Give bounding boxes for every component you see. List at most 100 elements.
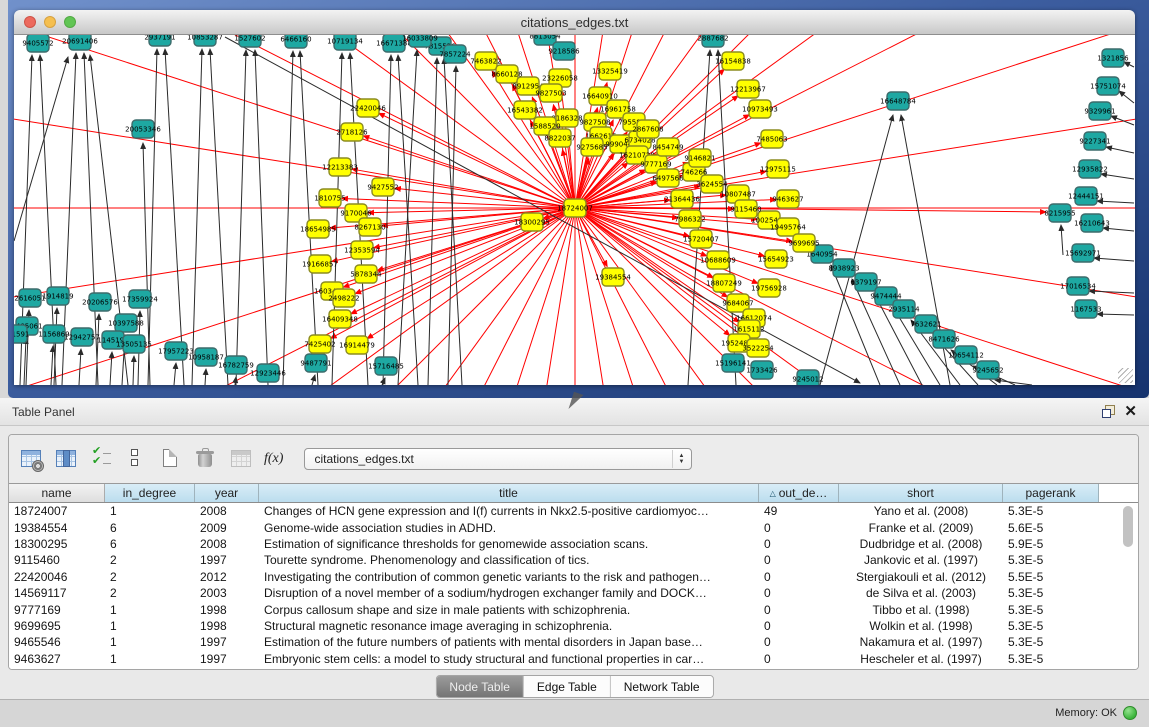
table-source-dropdown[interactable]: citations_edges.txt▲▼ [304,448,692,470]
network-node[interactable]: 10688609 [700,251,736,269]
network-node[interactable]: 12923446 [250,364,286,382]
network-node[interactable]: 9218586 [548,42,580,60]
table-cell[interactable]: 5.3E-5 [1003,635,1099,649]
table-cell[interactable]: 0 [759,521,839,535]
vertical-scrollbar[interactable] [1123,506,1133,547]
table-cell[interactable]: 49 [759,504,839,518]
table-cell[interactable]: 9463627 [9,652,105,666]
table-cell[interactable]: 2009 [195,521,259,535]
network-node[interactable]: 12444151 [1068,187,1104,205]
network-node[interactable]: 7425402 [304,335,335,353]
network-node[interactable]: 9115460 [730,200,761,218]
table-cell[interactable]: Nakamura et al. (1997) [839,635,1003,649]
table-cell[interactable]: 2003 [195,586,259,600]
network-node[interactable]: 9275685 [576,138,607,156]
table-row[interactable]: 2242004622012Investigating the contribut… [9,569,1138,585]
table-cell[interactable]: 0 [759,603,839,617]
column-header-pagerank[interactable]: pagerank [1003,484,1099,502]
table-cell[interactable]: 2 [105,570,195,584]
network-node[interactable]: 8454749 [652,138,683,156]
table-cell[interactable]: 1998 [195,603,259,617]
network-node[interactable]: 5878344 [350,265,382,283]
table-cell[interactable]: Dudbridge et al. (2008) [839,537,1003,551]
table-cell[interactable]: 0 [759,537,839,551]
table-cell[interactable]: Hescheler et al. (1997) [839,652,1003,666]
column-header-title[interactable]: title [259,484,759,502]
network-node[interactable]: 10397588 [108,314,144,332]
table-cell[interactable]: 0 [759,553,839,567]
network-node[interactable]: 2498222 [328,289,359,307]
network-node[interactable]: 8471626 [928,330,960,348]
table-cell[interactable]: 5.3E-5 [1003,504,1099,518]
table-cell[interactable]: Estimation of the future numbers of pati… [259,635,759,649]
table-cell[interactable]: Corpus callosum shape and size in male p… [259,603,759,617]
table-cell[interactable]: 6 [105,537,195,551]
column-header-in-degree[interactable]: in_degree [105,484,195,502]
table-cell[interactable]: 18724007 [9,504,105,518]
network-node[interactable]: 16543382 [507,101,543,119]
network-node[interactable]: 2616051 [14,289,45,307]
table-cell[interactable]: 1 [105,619,195,633]
network-node[interactable]: 9245652 [972,361,1003,379]
table-cell[interactable]: 6 [105,521,195,535]
close-light[interactable] [24,16,36,28]
network-node[interactable]: 12975115 [760,160,796,178]
table-cell[interactable]: Yano et al. (2008) [839,504,1003,518]
table-cell[interactable]: 22420046 [9,570,105,584]
table-cell[interactable]: 1 [105,652,195,666]
table-cell[interactable]: 9465546 [9,635,105,649]
table-cell[interactable]: 1 [105,603,195,617]
table-cell[interactable]: 2012 [195,570,259,584]
table-cell[interactable]: 5.3E-5 [1003,652,1099,666]
table-cell[interactable]: de Silva et al. (2003) [839,586,1003,600]
network-node[interactable]: 9245012 [792,370,823,385]
network-node[interactable]: 9329961 [1084,102,1115,120]
new-column-icon[interactable] [159,448,183,470]
table-mode-icon[interactable] [19,448,43,470]
dropdown-stepper-icon[interactable]: ▲▼ [672,450,689,468]
table-cell[interactable]: Estimation of significance thresholds fo… [259,537,759,551]
table-cell[interactable]: Tourette syndrome. Phenomenology and cla… [259,553,759,567]
network-node[interactable]: 2937191 [144,35,175,46]
network-node[interactable]: 18300295 [514,213,550,231]
table-cell[interactable]: 0 [759,619,839,633]
network-node[interactable]: 1733426 [746,361,778,379]
network-node[interactable]: 8938923 [828,259,859,277]
tab-node-table[interactable]: Node Table [436,676,524,697]
table-cell[interactable]: 1 [105,504,195,518]
table-row[interactable]: 911546021997Tourette syndrome. Phenomeno… [9,552,1138,568]
network-node[interactable]: 18654985 [300,220,336,238]
network-node[interactable]: 7485063 [756,130,787,148]
network-node[interactable]: 12935822 [1072,160,1108,178]
table-cell[interactable]: 9777169 [9,603,105,617]
network-node[interactable]: 2887682 [697,35,728,47]
table-row[interactable]: 1872400712008Changes of HCN gene express… [9,503,1138,519]
clear-checks-icon[interactable] [124,448,148,470]
network-node[interactable]: 7857224 [439,45,471,63]
network-node[interactable]: 6466160 [280,35,311,48]
table-cell[interactable]: 5.3E-5 [1003,586,1099,600]
table-cell[interactable]: Changes of HCN gene expression and I(f) … [259,504,759,518]
table-row[interactable]: 1830029562008Estimation of significance … [9,536,1138,552]
network-node[interactable]: 2935114 [888,300,920,318]
network-node[interactable]: 2867608 [632,120,663,138]
network-node[interactable]: 10719134 [327,35,363,50]
network-node[interactable]: 17016534 [1060,277,1096,295]
table-cell[interactable]: 2008 [195,537,259,551]
table-cell[interactable]: Stergiakouli et al. (2012) [839,570,1003,584]
network-node[interactable]: 17359924 [122,290,158,308]
show-columns-icon[interactable] [54,448,78,470]
table-cell[interactable]: 5.3E-5 [1003,603,1099,617]
table-cell[interactable]: Wolkin et al. (1998) [839,619,1003,633]
network-node[interactable]: 19384554 [595,268,631,286]
table-cell[interactable]: 18300295 [9,537,105,551]
table-cell[interactable]: 5.6E-5 [1003,521,1099,535]
table-cell[interactable]: Disruption of a novel member of a sodium… [259,586,759,600]
network-node[interactable]: 10853287 [187,35,223,46]
table-cell[interactable]: 2008 [195,504,259,518]
table-row[interactable]: 946362711997Embryonic stem cells: a mode… [9,651,1138,667]
network-node[interactable]: 7986322 [674,210,705,228]
table-row[interactable]: 977716911998Corpus callosum shape and si… [9,601,1138,617]
table-cell[interactable]: 2 [105,586,195,600]
table-cell[interactable]: Structural magnetic resonance image aver… [259,619,759,633]
